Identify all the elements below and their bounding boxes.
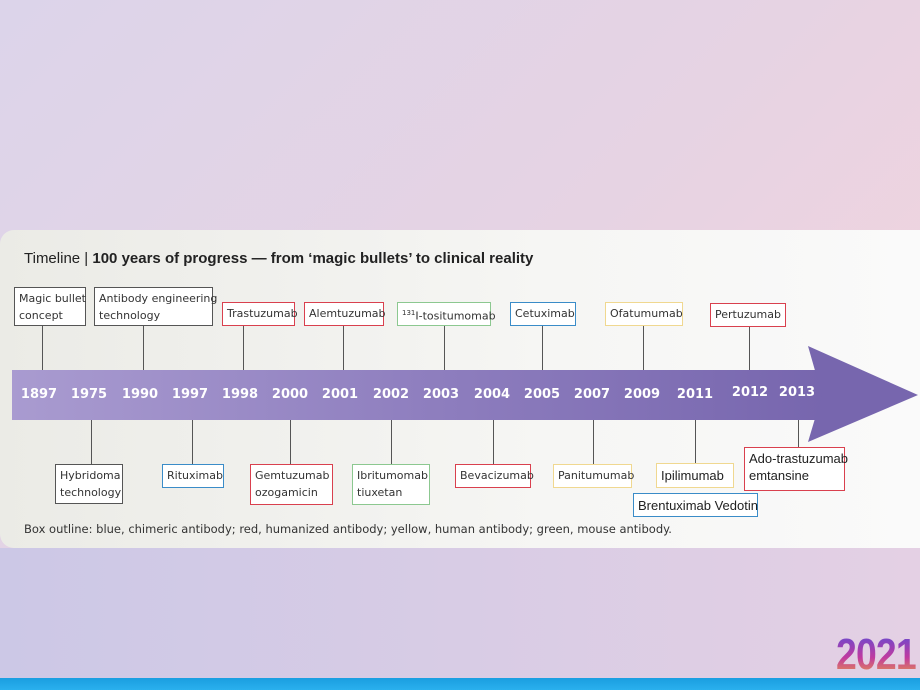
connector-line [91,420,92,464]
year-label: 1998 [221,387,259,402]
timeline-arrowhead [808,346,918,442]
year-label: 2004 [473,387,511,402]
year-logo: 2021 [836,630,917,679]
top-event-box: Trastuzumab [222,302,298,326]
bottom-event-box: Panitumumab [553,464,634,488]
connector-line [343,326,344,370]
year-label: 1990 [121,387,159,402]
year-label: 1975 [70,387,108,402]
bottom-event-box: Rituximab [162,464,224,488]
connector-line [143,326,144,370]
year-label: 2011 [676,387,714,402]
connector-line [643,326,644,370]
bottom-event-box: Gemtuzumab ozogamicin [250,464,333,505]
top-event-box: Antibody engineering technology [94,287,217,326]
page-title: Timeline | 100 years of progress — from … [24,250,534,267]
top-event-box: Alemtuzumab [304,302,386,326]
top-event-box: Cetuximab [510,302,576,326]
year-label: 2012 [731,385,769,400]
year-label: 1997 [171,387,209,402]
connector-line [695,420,696,463]
bottom-event-box: Bevacizumab [455,464,534,488]
top-event-box: Pertuzumab [710,303,786,327]
connector-line [290,420,291,464]
bottom-strip [0,678,920,690]
connector-line [42,326,43,370]
year-label: 2005 [523,387,561,402]
year-label: 2000 [271,387,309,402]
top-event-box: Ofatumumab [605,302,683,326]
connector-line [749,327,750,370]
slide-background [0,548,920,690]
bottom-event-box: Hybridoma technology [55,464,123,504]
connector-line [391,420,392,464]
bottom-event-box: Ipilimumab [656,463,734,488]
bottom-event-box: Ado-trastuzumab emtansine [744,447,848,491]
bottom-event-box: Brentuximab Vedotin [633,493,758,517]
connector-line [593,420,594,464]
year-label: 2002 [372,387,410,402]
top-event-box: Magic bullet concept [14,287,86,326]
connector-line [192,420,193,464]
year-label: 1897 [20,387,58,402]
year-label: 2001 [321,387,359,402]
year-label: 2009 [623,387,661,402]
connector-line [243,326,244,370]
top-event-box: 131I-tositumomab [397,302,496,326]
connector-line [493,420,494,464]
connector-line [444,326,445,370]
bottom-event-box: Ibritumomab tiuxetan [352,464,430,505]
year-label: 2013 [778,385,816,400]
year-label: 2007 [573,387,611,402]
legend: Box outline: blue, chimeric antibody; re… [24,522,672,536]
connector-line [798,420,799,447]
year-label: 2003 [422,387,460,402]
connector-line [542,326,543,370]
